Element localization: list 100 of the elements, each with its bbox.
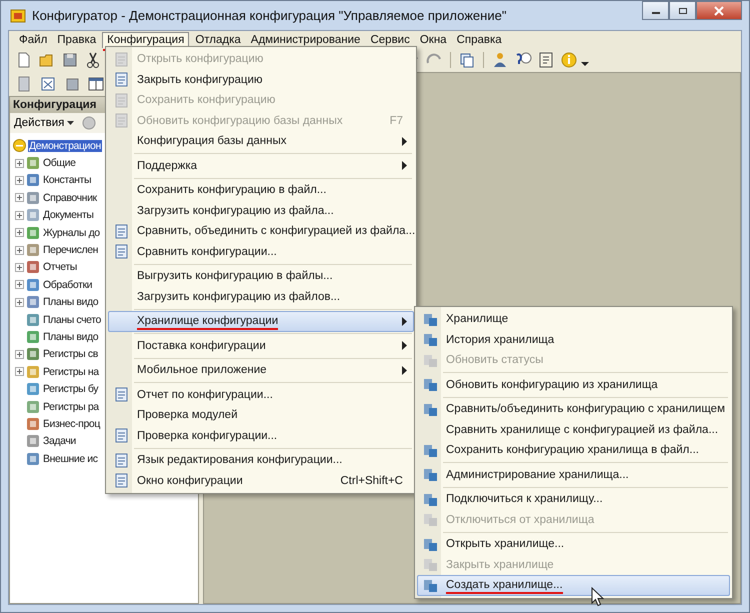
maximize-button[interactable] bbox=[669, 1, 696, 20]
menu-item[interactable]: Проверка конфигурации... bbox=[108, 426, 414, 446]
menu-item[interactable]: Сравнить конфигурации... bbox=[108, 242, 414, 262]
menu-item[interactable]: Закрыть конфигурацию bbox=[108, 70, 414, 90]
object-icon bbox=[26, 226, 40, 240]
circle-icon[interactable] bbox=[82, 116, 96, 130]
actions-button[interactable]: Действия bbox=[12, 117, 76, 129]
app-icon bbox=[10, 8, 26, 24]
tree-item[interactable]: Регистры бу bbox=[42, 383, 100, 396]
menu-item[interactable]: Сравнить/объединить конфигурацию с хранилищем bbox=[417, 399, 730, 420]
object-icon bbox=[26, 364, 40, 379]
menu-item[interactable]: Сохранить конфигурацию в файл... bbox=[108, 180, 414, 200]
tree-item[interactable]: Планы счето bbox=[42, 314, 102, 326]
tree-item[interactable]: Документы bbox=[42, 209, 95, 222]
tree-item[interactable]: Константы bbox=[42, 174, 92, 186]
menu-item[interactable]: Загрузить конфигурацию из файлов... bbox=[108, 286, 414, 307]
menu-item[interactable]: Обновить конфигурацию из хранилища bbox=[417, 374, 730, 395]
shortcut-text: F7 bbox=[390, 114, 403, 127]
menu-item[interactable]: Окно конфигурации Ctrl+Shift+C bbox=[108, 470, 414, 491]
tree-item[interactable]: Перечислен bbox=[42, 244, 100, 256]
menu-item[interactable]: История хранилища bbox=[417, 330, 730, 350]
caret-icon[interactable] bbox=[581, 61, 589, 67]
menu-bar-item[interactable]: Справка bbox=[452, 32, 506, 48]
menu-item[interactable]: Загрузить конфигурацию из файла... bbox=[108, 200, 414, 221]
tree-item[interactable]: Планы видо bbox=[42, 296, 100, 308]
menu-item[interactable]: Администрирование хранилища... bbox=[417, 464, 730, 485]
object-icon bbox=[26, 382, 40, 396]
menu-item[interactable]: Сравнить хранилище с конфигурацией из файла... bbox=[417, 420, 730, 440]
menu-item[interactable]: Поставка конфигурации bbox=[108, 336, 414, 356]
menu-bar-item[interactable]: Файл bbox=[15, 32, 52, 48]
menu-item[interactable]: Хранилище конфигурации bbox=[108, 311, 414, 332]
expand-icon[interactable] bbox=[15, 280, 24, 290]
menu-bar-item[interactable]: Отладка bbox=[191, 32, 245, 48]
caret-icon bbox=[67, 120, 74, 126]
user-icon[interactable] bbox=[491, 51, 509, 69]
expand-icon[interactable] bbox=[15, 193, 24, 202]
tree-item[interactable]: Отчеты bbox=[42, 261, 78, 274]
expand-icon[interactable] bbox=[15, 367, 24, 376]
expand-icon[interactable] bbox=[15, 262, 24, 272]
expand-icon[interactable] bbox=[15, 176, 24, 185]
menu-bar-item[interactable]: Правка bbox=[53, 32, 100, 48]
object-icon bbox=[26, 243, 40, 258]
expand-icon[interactable] bbox=[15, 246, 24, 255]
object-icon bbox=[26, 452, 40, 466]
object-icon bbox=[26, 347, 40, 362]
tree-item[interactable]: Внешние ис bbox=[42, 452, 99, 465]
object-icon bbox=[26, 173, 40, 188]
shortcut-text: Ctrl+Shift+C bbox=[340, 474, 403, 487]
object-icon bbox=[26, 330, 40, 344]
menu-item[interactable]: Хранилище bbox=[417, 309, 730, 330]
tree-item[interactable]: Журналы до bbox=[42, 226, 101, 239]
menu-bar-item[interactable]: Администрирование bbox=[246, 32, 364, 48]
book-icon[interactable] bbox=[537, 51, 555, 69]
tree-item[interactable]: Обработки bbox=[42, 278, 94, 291]
close-icon bbox=[713, 6, 725, 16]
circle-icon bbox=[13, 139, 26, 152]
object-icon bbox=[26, 416, 40, 431]
expand-icon[interactable] bbox=[15, 228, 24, 238]
copy-icon[interactable] bbox=[458, 51, 476, 69]
menu-item[interactable]: Открыть хранилище... bbox=[417, 534, 730, 554]
menu-item[interactable]: Мобильное приложение bbox=[108, 360, 414, 380]
cut-icon[interactable] bbox=[84, 51, 102, 69]
tree-item[interactable]: Планы видо bbox=[42, 330, 100, 343]
menu-item[interactable]: Поддержка bbox=[108, 156, 414, 176]
menu-item[interactable]: Выгрузить конфигурацию в файлы... bbox=[108, 266, 414, 286]
expand-icon[interactable] bbox=[15, 210, 24, 220]
window-title: Конфигуратор - Демонстрационная конфигурация "Управляемое приложение" bbox=[32, 8, 506, 23]
object-icon bbox=[26, 260, 40, 274]
menu-item[interactable]: Сравнить, объединить с конфигурацией из файла... bbox=[108, 221, 414, 242]
tree-item[interactable]: Регистры св bbox=[42, 348, 99, 360]
table-icon[interactable] bbox=[39, 75, 57, 93]
expand-icon[interactable] bbox=[15, 298, 24, 307]
close-button[interactable] bbox=[696, 1, 742, 20]
expand-icon[interactable] bbox=[15, 158, 24, 168]
menu-item[interactable]: Подключиться к хранилищу... bbox=[417, 489, 730, 510]
tree-item[interactable]: Регистры ра bbox=[42, 400, 100, 413]
window-icon[interactable] bbox=[87, 75, 105, 93]
tree-item[interactable]: Бизнес-проц bbox=[42, 418, 101, 430]
menu-item[interactable]: Создать хранилище... bbox=[417, 575, 730, 596]
minimize-button[interactable] bbox=[642, 1, 669, 20]
maximize-icon bbox=[678, 6, 688, 14]
object-icon bbox=[26, 312, 40, 327]
tree-item[interactable]: Задачи bbox=[42, 435, 77, 448]
menu-item[interactable]: Сохранить конфигурацию хранилища в файл... bbox=[417, 440, 730, 460]
expand-icon[interactable] bbox=[15, 350, 24, 359]
mouse-pointer-icon bbox=[591, 587, 604, 607]
object-icon bbox=[26, 400, 40, 414]
menu-item[interactable]: Конфигурация базы данных bbox=[108, 131, 414, 152]
menu-item[interactable]: Отчет по конфигурации... bbox=[108, 384, 414, 405]
tree-item[interactable]: Справочник bbox=[42, 192, 98, 204]
tree-item[interactable]: Демонстрацион bbox=[28, 140, 102, 152]
tree-item[interactable]: Общие bbox=[42, 157, 77, 170]
menu-item[interactable]: Проверка модулей bbox=[108, 405, 414, 426]
tree-item[interactable]: Регистры на bbox=[42, 366, 100, 378]
menu-bar-item[interactable]: Сервис bbox=[366, 32, 414, 48]
menu-item[interactable]: Язык редактирования конфигурации... bbox=[108, 450, 414, 470]
object-icon bbox=[26, 208, 40, 222]
menu-bar-item[interactable]: Окна bbox=[416, 32, 451, 48]
object-icon bbox=[26, 190, 40, 205]
object-icon bbox=[26, 295, 40, 310]
